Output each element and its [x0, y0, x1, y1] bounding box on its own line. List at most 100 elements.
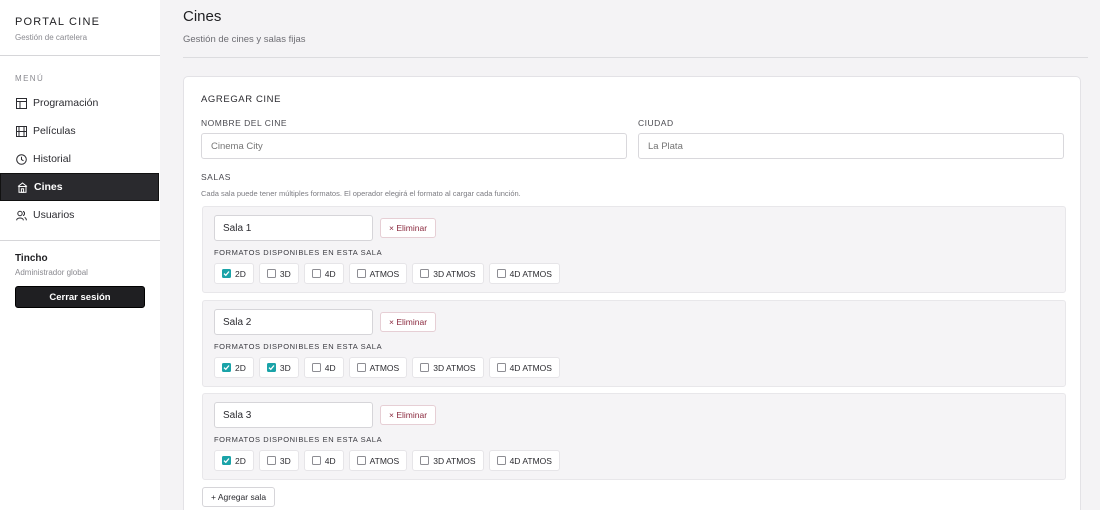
format-option-atmos[interactable]: ATMOS — [348, 357, 408, 378]
formats-row: 2D 3D 4D ATMOS 3D ATMOS 4D ATMOS — [214, 263, 565, 284]
add-cinema-card: AGREGAR CINE NOMBRE DEL CINE CIUDAD SALA… — [183, 76, 1081, 510]
city-input[interactable] — [638, 133, 1064, 159]
formats-row: 2D 3D 4D ATMOS 3D ATMOS 4D ATMOS — [214, 357, 565, 378]
sidebar-item-programacion[interactable]: Programación — [0, 89, 160, 117]
format-option-label: 4D ATMOS — [509, 268, 552, 279]
checkbox-unchecked[interactable] — [266, 269, 276, 278]
format-option-4d[interactable]: 4D — [303, 450, 344, 471]
format-option-3d[interactable]: 3D — [258, 450, 299, 471]
brand: PORTAL CINE Gestión de cartelera — [0, 0, 160, 56]
checkbox-checked[interactable] — [222, 363, 231, 372]
cinema-name-label: NOMBRE DEL CINE — [201, 118, 288, 128]
users-icon — [15, 209, 27, 221]
format-option-2d[interactable]: 2D — [214, 357, 254, 378]
sidebar-nav: Programación Películas Historial Cines U… — [0, 89, 160, 229]
sidebar-item-cines[interactable]: Cines — [0, 173, 159, 201]
menu-label: MENÚ — [15, 74, 45, 83]
format-option-3d-atmos[interactable]: 3D ATMOS — [412, 263, 484, 284]
page-subtitle: Gestión de cines y salas fijas — [183, 34, 306, 45]
checkbox-unchecked[interactable] — [356, 363, 366, 372]
checkbox-checked[interactable] — [222, 269, 231, 278]
brand-title: PORTAL CINE — [15, 16, 101, 28]
sala-name-input[interactable] — [214, 215, 373, 241]
delete-sala-button[interactable]: × Eliminar — [380, 312, 437, 332]
format-option-label: 3D — [279, 455, 291, 466]
card-title: AGREGAR CINE — [201, 94, 282, 105]
sala-block: × Eliminar FORMATOS DISPONIBLES EN ESTA … — [202, 206, 1066, 293]
format-option-atmos[interactable]: ATMOS — [348, 450, 408, 471]
user-role: Administrador global — [15, 268, 88, 277]
format-option-label: 2D — [235, 455, 246, 466]
sidebar-item-label: Cines — [34, 181, 63, 193]
cinema-name-input[interactable] — [201, 133, 627, 159]
clock-icon — [15, 153, 27, 165]
format-option-4d[interactable]: 4D — [303, 263, 344, 284]
checkbox-unchecked[interactable] — [311, 456, 321, 465]
format-option-label: 3D ATMOS — [433, 362, 476, 373]
format-option-3d[interactable]: 3D — [258, 263, 299, 284]
logout-button[interactable]: Cerrar sesión — [15, 286, 145, 308]
building-icon — [16, 181, 28, 193]
checkbox-checked[interactable] — [266, 363, 276, 372]
page-title: Cines — [183, 8, 222, 25]
sidebar-item-peliculas[interactable]: Películas — [0, 117, 160, 145]
sidebar-item-label: Programación — [33, 97, 99, 109]
format-option-3d[interactable]: 3D — [258, 357, 299, 378]
delete-sala-button[interactable]: × Eliminar — [380, 405, 437, 425]
format-option-3d-atmos[interactable]: 3D ATMOS — [412, 357, 484, 378]
checkbox-unchecked[interactable] — [496, 363, 506, 372]
delete-sala-button[interactable]: × Eliminar — [380, 218, 437, 238]
checkbox-unchecked[interactable] — [311, 269, 321, 278]
format-option-label: 4D — [324, 455, 336, 466]
format-option-4d-atmos[interactable]: 4D ATMOS — [488, 357, 560, 378]
format-option-label: 4D ATMOS — [509, 455, 552, 466]
checkbox-checked[interactable] — [222, 456, 231, 465]
checkbox-unchecked[interactable] — [356, 456, 366, 465]
format-option-label: ATMOS — [369, 362, 400, 373]
checkbox-unchecked[interactable] — [266, 456, 276, 465]
sidebar-divider — [0, 240, 160, 241]
formats-label: FORMATOS DISPONIBLES EN ESTA SALA — [214, 342, 383, 351]
sidebar-item-historial[interactable]: Historial — [0, 145, 160, 173]
sala-name-input[interactable] — [214, 309, 373, 335]
checkbox-unchecked[interactable] — [311, 363, 321, 372]
format-option-label: ATMOS — [369, 455, 400, 466]
checkbox-unchecked[interactable] — [420, 363, 430, 372]
format-option-2d[interactable]: 2D — [214, 450, 254, 471]
format-option-label: 3D — [279, 362, 291, 373]
sidebar-item-label: Usuarios — [33, 209, 75, 221]
format-option-atmos[interactable]: ATMOS — [348, 263, 408, 284]
checkbox-unchecked[interactable] — [420, 269, 430, 278]
sala-block: × Eliminar FORMATOS DISPONIBLES EN ESTA … — [202, 300, 1066, 387]
sidebar-item-label: Películas — [33, 125, 76, 137]
format-option-4d-atmos[interactable]: 4D ATMOS — [488, 450, 560, 471]
format-option-label: 4D — [324, 362, 336, 373]
checkbox-unchecked[interactable] — [496, 269, 506, 278]
add-sala-button[interactable]: + Agregar sala — [202, 487, 276, 507]
salas-help-text: Cada sala puede tener múltiples formatos… — [201, 189, 521, 198]
user-name: Tincho — [15, 253, 48, 264]
sidebar-item-label: Historial — [33, 153, 71, 165]
format-option-label: 4D ATMOS — [509, 362, 552, 373]
format-option-label: 2D — [235, 362, 246, 373]
format-option-2d[interactable]: 2D — [214, 263, 254, 284]
format-option-label: 3D ATMOS — [433, 455, 476, 466]
film-icon — [15, 125, 27, 137]
checkbox-unchecked[interactable] — [420, 456, 430, 465]
format-option-label: ATMOS — [369, 268, 400, 279]
format-option-label: 2D — [235, 268, 246, 279]
format-option-4d[interactable]: 4D — [303, 357, 344, 378]
checkbox-unchecked[interactable] — [356, 269, 366, 278]
checkbox-unchecked[interactable] — [496, 456, 506, 465]
sala-name-input[interactable] — [214, 402, 373, 428]
formats-label: FORMATOS DISPONIBLES EN ESTA SALA — [214, 248, 383, 257]
sala-block: × Eliminar FORMATOS DISPONIBLES EN ESTA … — [202, 393, 1066, 480]
formats-row: 2D 3D 4D ATMOS 3D ATMOS 4D ATMOS — [214, 450, 565, 471]
format-option-4d-atmos[interactable]: 4D ATMOS — [488, 263, 560, 284]
format-option-3d-atmos[interactable]: 3D ATMOS — [412, 450, 484, 471]
sidebar-item-usuarios[interactable]: Usuarios — [0, 201, 160, 229]
salas-label: SALAS — [201, 172, 231, 182]
sidebar: PORTAL CINE Gestión de cartelera MENÚ Pr… — [0, 0, 160, 510]
city-label: CIUDAD — [638, 118, 674, 128]
format-option-label: 3D ATMOS — [433, 268, 476, 279]
